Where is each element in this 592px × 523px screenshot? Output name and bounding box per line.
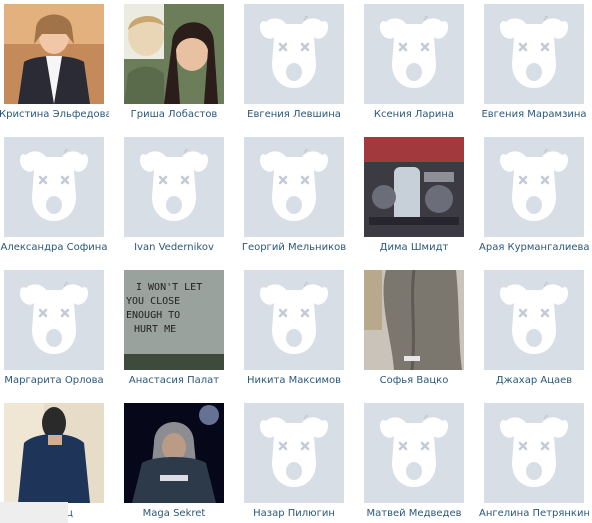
friend-name-link[interactable]: Евгения Марамзина	[479, 108, 589, 122]
svg-text:ENOUGH TO: ENOUGH TO	[126, 310, 180, 321]
svg-text:I WON'T LET: I WON'T LET	[136, 282, 202, 293]
deactivated-dog-icon[interactable]	[244, 270, 344, 370]
friend-name-link[interactable]: Анастасия Палат	[119, 374, 229, 388]
friend-name-link[interactable]: Маргарита Орлова	[0, 374, 109, 388]
friend-avatar[interactable]	[4, 4, 104, 104]
svg-text:YOU CLOSE: YOU CLOSE	[126, 296, 180, 307]
deactivated-dog-icon[interactable]	[244, 137, 344, 237]
friend-name-link[interactable]: Евгения Левшина	[239, 108, 349, 122]
friend-avatar[interactable]	[364, 270, 464, 370]
friend-name-link[interactable]: Ангелина Петрянкина	[479, 507, 589, 521]
friend-avatar[interactable]	[364, 137, 464, 237]
deactivated-dog-icon[interactable]	[124, 137, 224, 237]
friend-avatar[interactable]: I WON'T LET YOU CLOSE ENOUGH TO HURT ME	[124, 270, 224, 370]
friend-avatar[interactable]	[124, 4, 224, 104]
svg-text:HURT ME: HURT ME	[134, 324, 176, 335]
friend-name-link[interactable]: Ivan Vedernikov	[119, 241, 229, 255]
friend-name-link[interactable]: Кристина Эльфедова	[0, 108, 109, 122]
deactivated-dog-icon[interactable]	[484, 403, 584, 503]
cropped-overlay	[0, 502, 68, 523]
deactivated-dog-icon[interactable]	[484, 137, 584, 237]
friend-name-link[interactable]: Матвей Медведев	[359, 507, 469, 521]
friend-avatar[interactable]	[124, 403, 224, 503]
deactivated-dog-icon[interactable]	[244, 403, 344, 503]
friend-avatar[interactable]	[4, 403, 104, 503]
friend-name-link[interactable]: Софья Вацко	[359, 374, 469, 388]
friend-name-link[interactable]: Александра Софина	[0, 241, 109, 255]
friend-name-link[interactable]: Георгий Мельников	[239, 241, 349, 255]
deactivated-dog-icon[interactable]	[244, 4, 344, 104]
deactivated-dog-icon[interactable]	[4, 137, 104, 237]
friend-name-link[interactable]: Гриша Лобастов	[119, 108, 229, 122]
friend-name-link[interactable]: Джахар Ацаев	[479, 374, 589, 388]
deactivated-dog-icon[interactable]	[484, 270, 584, 370]
friend-name-link[interactable]: Назар Пилюгин	[239, 507, 349, 521]
friend-name-link[interactable]: Дима Шмидт	[359, 241, 469, 255]
friend-name-link[interactable]: Никита Максимов	[239, 374, 349, 388]
deactivated-dog-icon[interactable]	[4, 270, 104, 370]
deactivated-dog-icon[interactable]	[364, 403, 464, 503]
friend-name-link[interactable]: Арая Курмангалиева	[479, 241, 589, 255]
friends-grid: Кристина Эльфедова Гриша Лобастов Евгени…	[0, 4, 592, 523]
deactivated-dog-icon[interactable]	[484, 4, 584, 104]
friend-name-link[interactable]: Ксения Ларина	[359, 108, 469, 122]
deactivated-dog-icon[interactable]	[364, 4, 464, 104]
friend-name-link[interactable]: Maga Sekret	[119, 507, 229, 521]
